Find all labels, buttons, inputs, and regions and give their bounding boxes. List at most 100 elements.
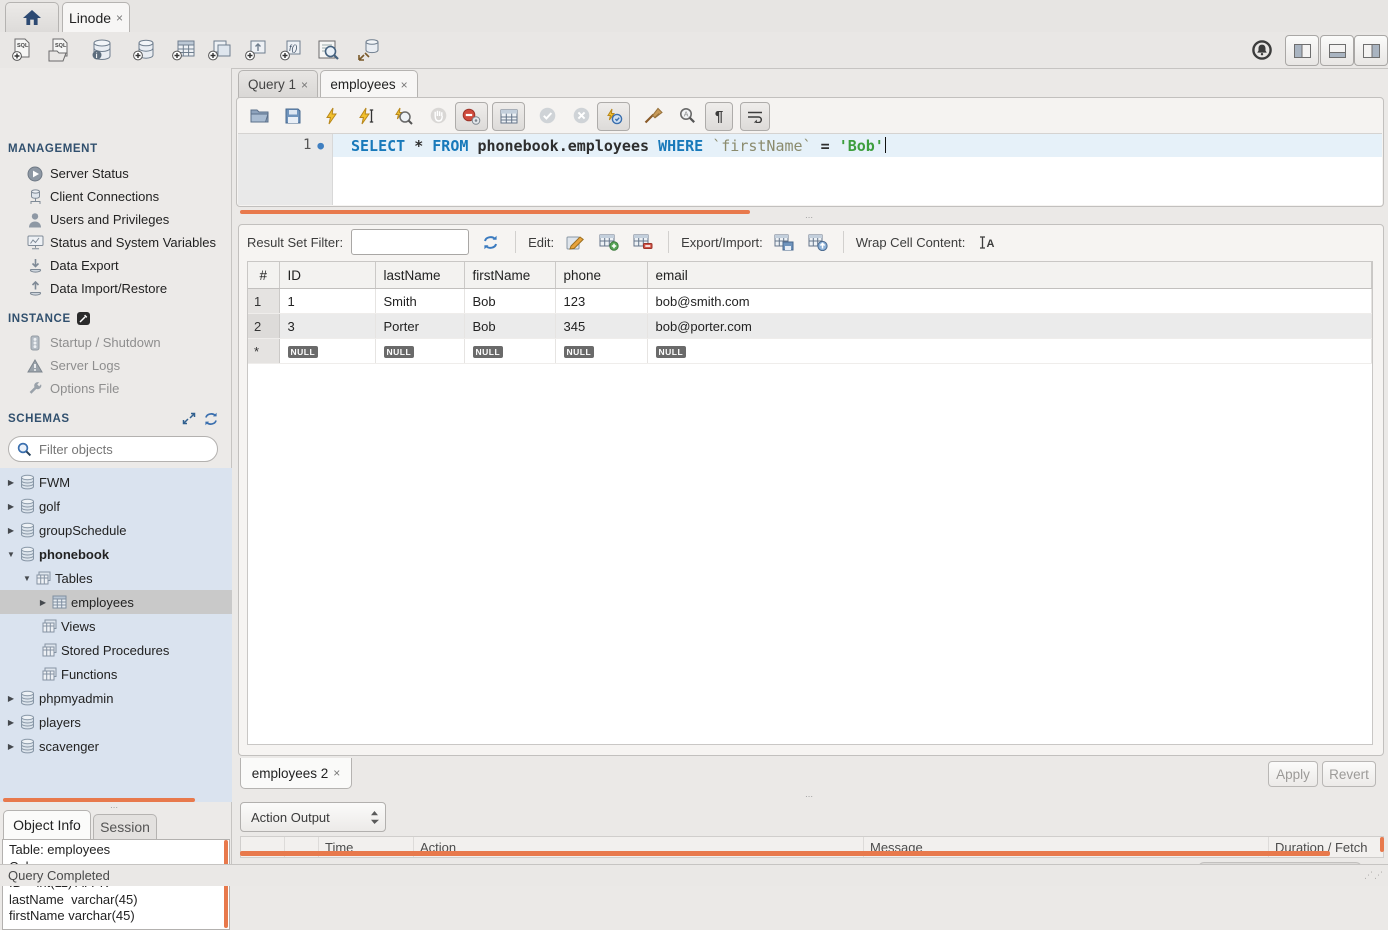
chevron-right-icon[interactable]: ▶: [6, 742, 16, 751]
schema-filter-input[interactable]: [37, 441, 217, 458]
table-row[interactable]: 1 1 Smith Bob 123 bob@smith.com: [248, 289, 1372, 314]
sidebar-item-data-import[interactable]: Data Import/Restore: [0, 277, 232, 300]
result-filter-input[interactable]: [351, 229, 469, 255]
stop-button[interactable]: [424, 102, 452, 129]
rollback-button[interactable]: [567, 102, 595, 129]
create-table-button[interactable]: [168, 35, 200, 65]
toggle-right-panel-button[interactable]: [1354, 35, 1388, 66]
schema-filter-box[interactable]: [8, 436, 218, 462]
tab-session[interactable]: Session: [93, 814, 157, 839]
editor-hscrollbar[interactable]: [240, 210, 750, 214]
editor-result-splitter-handle[interactable]: ⋯: [795, 213, 825, 222]
delete-row-icon[interactable]: [630, 230, 656, 254]
cell[interactable]: 1: [279, 289, 375, 314]
cell[interactable]: Smith: [375, 289, 464, 314]
column-header[interactable]: email: [647, 262, 1372, 289]
sidebar-item-system-variables[interactable]: Status and System Variables: [0, 231, 232, 254]
new-sql-tab-button[interactable]: SQL: [6, 35, 38, 65]
schema-inspector-button[interactable]: i: [86, 35, 118, 65]
sidebar-item-server-logs[interactable]: Server Logs: [0, 354, 232, 377]
close-icon[interactable]: ×: [116, 11, 123, 25]
revert-button[interactable]: Revert: [1322, 761, 1376, 787]
new-row[interactable]: * NULL NULL NULL NULL NULL: [248, 339, 1372, 364]
sidebar-scrollbar[interactable]: [3, 798, 195, 802]
column-header[interactable]: lastName: [375, 262, 464, 289]
wrap-cell-content-icon[interactable]: A: [973, 230, 999, 254]
output-vscrollbar[interactable]: [1380, 837, 1384, 852]
refresh-icon[interactable]: [477, 230, 503, 254]
chevron-right-icon[interactable]: ▶: [6, 478, 16, 487]
cell[interactable]: Bob: [464, 289, 555, 314]
cell[interactable]: 123: [555, 289, 647, 314]
table-data-search-button[interactable]: [312, 35, 344, 65]
tree-item-tables-group[interactable]: ▼ Tables: [0, 566, 232, 590]
tree-item-schema-phpmyadmin[interactable]: ▶ phpmyadmin: [0, 686, 232, 710]
close-icon[interactable]: ×: [333, 766, 340, 780]
sql-editor[interactable]: 1 ● SELECT * FROM phonebook.employees WH…: [238, 133, 1382, 205]
tree-item-schema-groupschedule[interactable]: ▶ groupSchedule: [0, 518, 232, 542]
tab-employees-2[interactable]: employees 2 ×: [240, 758, 352, 789]
edit-record-icon[interactable]: [562, 230, 588, 254]
insert-row-icon[interactable]: [596, 230, 622, 254]
tab-object-info[interactable]: Object Info: [3, 810, 91, 839]
sidebar-item-data-export[interactable]: Data Export: [0, 254, 232, 277]
output-selector[interactable]: Action Output: [240, 802, 386, 832]
result-output-splitter-handle[interactable]: ⋯: [795, 792, 825, 801]
chevron-right-icon[interactable]: ▶: [6, 526, 16, 535]
tree-item-schema-fwm[interactable]: ▶ FWM: [0, 470, 232, 494]
apply-button[interactable]: Apply: [1268, 761, 1318, 787]
tree-item-functions-group[interactable]: Functions: [0, 662, 232, 686]
sidebar-item-users-privileges[interactable]: Users and Privileges: [0, 208, 232, 231]
result-grid[interactable]: # ID lastName firstName phone email 1 1 …: [247, 261, 1373, 745]
cell[interactable]: 3: [279, 314, 375, 339]
cell[interactable]: Porter: [375, 314, 464, 339]
column-header[interactable]: phone: [555, 262, 647, 289]
chevron-right-icon[interactable]: ▶: [38, 598, 48, 607]
tree-item-schema-phonebook[interactable]: ▼ phonebook: [0, 542, 232, 566]
find-button[interactable]: A: [673, 102, 701, 129]
toggle-bottom-panel-button[interactable]: [1320, 35, 1354, 66]
save-button[interactable]: [279, 102, 307, 129]
create-schema-button[interactable]: [129, 35, 161, 65]
beautify-button[interactable]: [639, 102, 667, 129]
wrap-text-button[interactable]: [740, 102, 770, 131]
sidebar-splitter-handle[interactable]: ⋯: [100, 803, 130, 812]
toggle-autocommit-button[interactable]: [597, 102, 630, 131]
toggle-stop-on-error-button[interactable]: [455, 102, 488, 131]
close-icon[interactable]: ×: [301, 78, 308, 92]
open-sql-script-button[interactable]: SQL: [43, 35, 75, 65]
chevron-right-icon[interactable]: ▶: [6, 694, 16, 703]
import-recordset-icon[interactable]: [805, 230, 831, 254]
create-procedure-button[interactable]: [241, 35, 273, 65]
tree-item-schema-golf[interactable]: ▶ golf: [0, 494, 232, 518]
execute-current-button[interactable]: [353, 102, 381, 129]
cell[interactable]: bob@smith.com: [647, 289, 1372, 314]
chevron-right-icon[interactable]: ▶: [6, 718, 16, 727]
cell[interactable]: Bob: [464, 314, 555, 339]
tree-item-stored-procedures-group[interactable]: Stored Procedures: [0, 638, 232, 662]
export-recordset-icon[interactable]: [771, 230, 797, 254]
chevron-down-icon[interactable]: ▼: [22, 574, 32, 583]
reconnect-db-button[interactable]: [352, 35, 384, 65]
create-function-button[interactable]: f(): [276, 35, 308, 65]
chevron-down-icon[interactable]: ▼: [6, 550, 16, 559]
tab-query-1[interactable]: Query 1 ×: [238, 70, 318, 98]
sidebar-item-startup-shutdown[interactable]: Startup / Shutdown: [0, 331, 232, 354]
tree-item-schema-players[interactable]: ▶ players: [0, 710, 232, 734]
close-icon[interactable]: ×: [401, 78, 408, 92]
toggle-left-panel-button[interactable]: [1285, 35, 1319, 66]
execute-button[interactable]: [317, 102, 345, 129]
schemas-refresh-icon[interactable]: [203, 412, 219, 426]
explain-button[interactable]: [389, 102, 417, 129]
sidebar-item-client-connections[interactable]: Client Connections: [0, 185, 232, 208]
sidebar-item-options-file[interactable]: Options File: [0, 377, 232, 400]
column-header[interactable]: ID: [279, 262, 375, 289]
tree-item-table-employees[interactable]: ▶ employees: [0, 590, 232, 614]
tab-employees[interactable]: employees ×: [320, 70, 418, 98]
output-hscrollbar[interactable]: [240, 851, 1330, 856]
home-tab[interactable]: [5, 2, 59, 32]
table-row[interactable]: 2 3 Porter Bob 345 bob@porter.com: [248, 314, 1372, 339]
open-file-button[interactable]: [245, 102, 273, 129]
limit-rows-button[interactable]: [492, 102, 525, 131]
connection-tab[interactable]: Linode ×: [62, 2, 130, 32]
